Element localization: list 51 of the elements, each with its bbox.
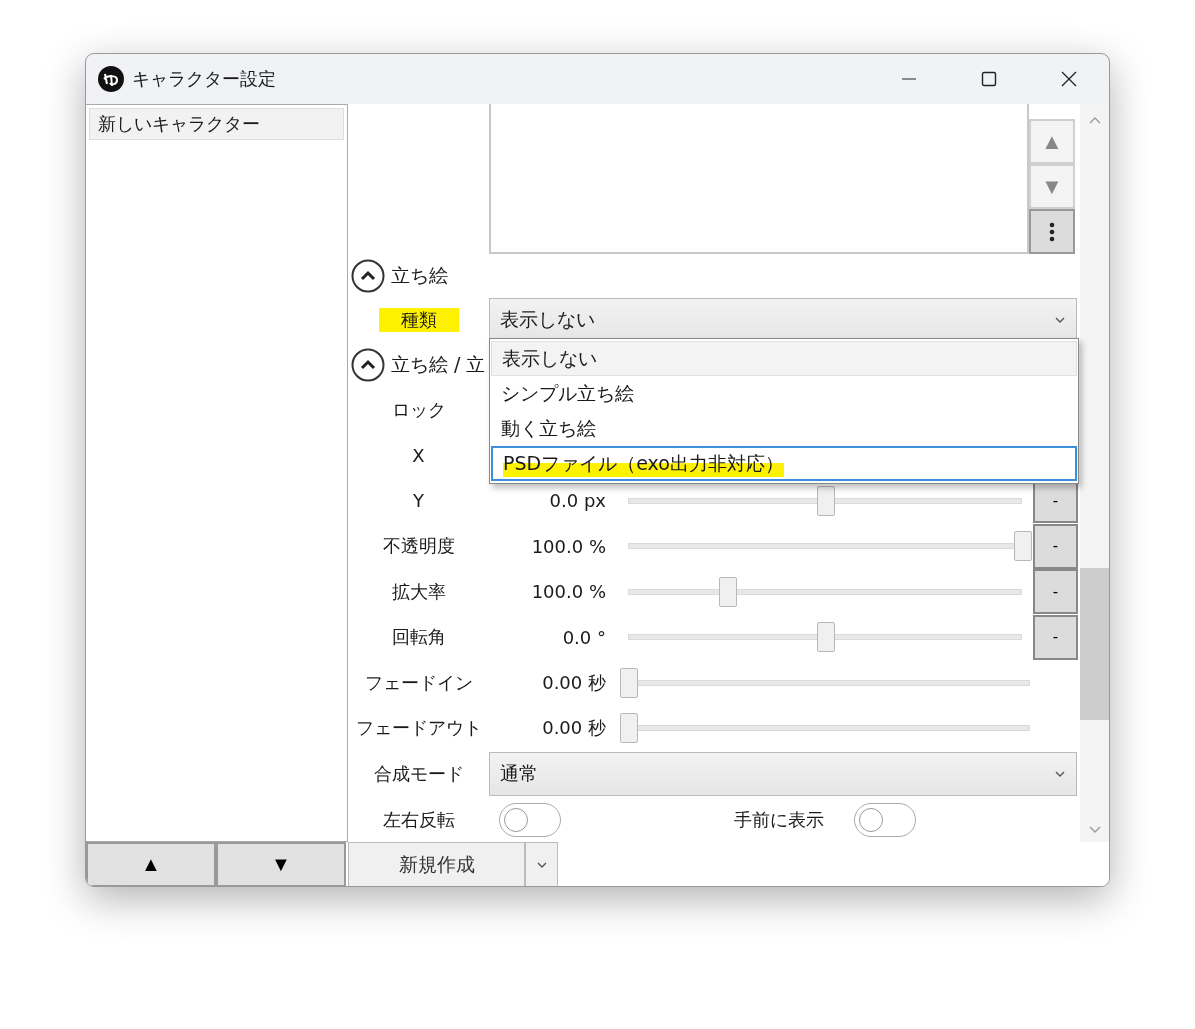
- toggle-switch[interactable]: [499, 802, 561, 837]
- move-button[interactable]: ▲: [86, 842, 216, 886]
- chevron-down-icon: [1054, 769, 1066, 778]
- field-label: 回転角: [391, 625, 446, 650]
- scrollbar[interactable]: [1080, 104, 1109, 842]
- field-label: 拡大率: [391, 579, 446, 604]
- field-label: 不透明度: [382, 534, 455, 559]
- chevron-up-icon[interactable]: [1087, 116, 1102, 125]
- window-title: キャラクター設定: [132, 67, 276, 91]
- field-label: Y: [413, 490, 424, 512]
- maximize-icon[interactable]: [981, 71, 997, 87]
- field-label: X: [412, 444, 425, 466]
- field-value: 0.0 px: [548, 490, 607, 512]
- list-item[interactable]: 新しいキャラクター: [89, 108, 344, 140]
- field-label: 左右反転: [382, 807, 455, 832]
- field-label: 種類: [378, 308, 459, 332]
- chevron-down-icon[interactable]: [1087, 825, 1102, 834]
- collapse-toggle-icon[interactable]: [351, 259, 385, 293]
- reset-button[interactable]: -: [1033, 614, 1078, 660]
- field-value: 100.0 %: [530, 535, 607, 557]
- close-icon[interactable]: [1061, 71, 1077, 87]
- move-button[interactable]: ▼: [216, 842, 346, 886]
- toggle-switch[interactable]: [854, 802, 916, 837]
- more-icon: [1049, 221, 1055, 242]
- chevron-down-icon: [1054, 316, 1066, 324]
- blend-mode-dropdown[interactable]: 通常: [489, 751, 1077, 796]
- more-button[interactable]: [1029, 209, 1075, 254]
- dropdown-option[interactable]: 動く立ち絵: [491, 411, 1077, 446]
- dropdown-option[interactable]: シンプル立ち絵: [491, 376, 1077, 411]
- slider[interactable]: [620, 713, 1030, 744]
- field-label: 手前に表示: [734, 807, 824, 832]
- section-title: 立ち絵 / 立: [391, 352, 486, 377]
- collapse-toggle-icon[interactable]: [351, 348, 385, 382]
- field-value: 0.0 °: [561, 626, 607, 648]
- slider[interactable]: [620, 667, 1030, 698]
- field-label: フェードアウト: [355, 716, 482, 741]
- dropdown-option[interactable]: 表示しない: [491, 341, 1077, 376]
- field-label: ロック: [391, 397, 446, 422]
- field-value: 100.0 %: [530, 581, 607, 603]
- reset-button[interactable]: -: [1033, 569, 1078, 615]
- app-logo-icon: [98, 66, 124, 92]
- field-label: フェードイン: [364, 670, 473, 695]
- field-label: 合成モード: [373, 761, 464, 786]
- new-button[interactable]: 新規作成: [348, 842, 525, 886]
- field-value: 0.00 秒: [541, 716, 607, 741]
- reset-button[interactable]: -: [1033, 523, 1078, 569]
- section-title: 立ち絵: [391, 263, 448, 288]
- new-options-button[interactable]: [525, 842, 558, 886]
- field-value: 0.00 秒: [541, 670, 607, 695]
- chevron-down-icon: [535, 861, 548, 869]
- scrollbar-thumb[interactable]: [1079, 568, 1109, 720]
